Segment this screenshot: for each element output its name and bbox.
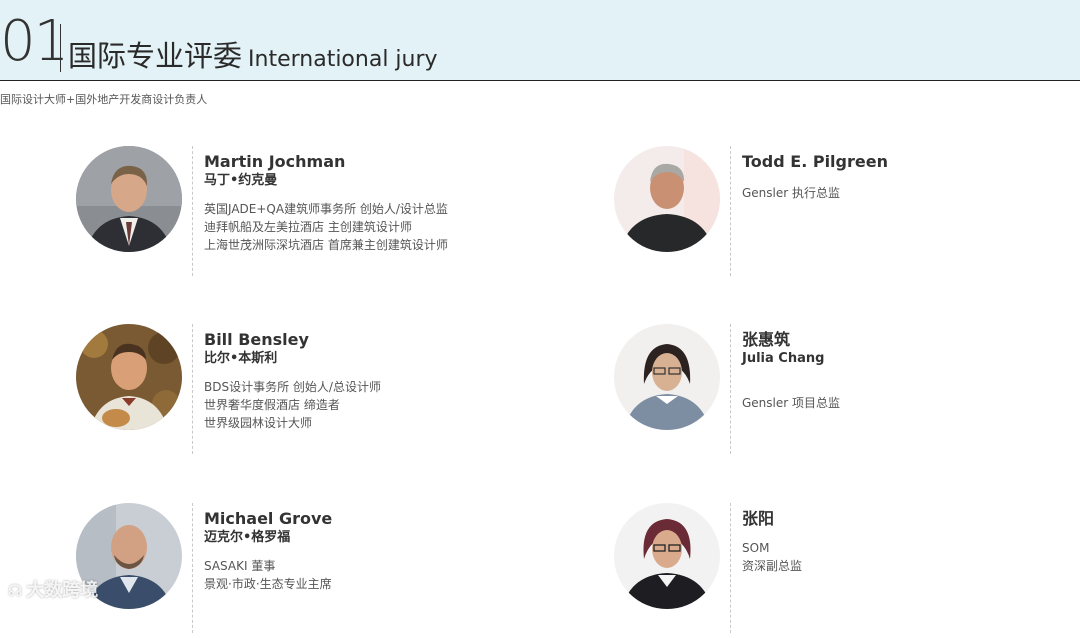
juror-card-michael-grove: Michael Grove 迈克尔•格罗福 SASAKI 董事 景观·市政·生态… [76, 503, 516, 638]
juror-avatar [614, 503, 720, 609]
card-divider [192, 146, 193, 276]
juror-description: SOM 资深副总监 [742, 539, 1062, 575]
juror-card-bill-bensley: Bill Bensley 比尔•本斯利 BDS设计事务所 创始人/总设计师 世界… [76, 324, 516, 459]
juror-name: Bill Bensley [204, 330, 309, 349]
juror-avatar [76, 324, 182, 430]
juror-avatar [614, 324, 720, 430]
section-number: 01 [0, 9, 69, 74]
section-title-cn: 国际专业评委 [68, 39, 243, 73]
watermark: ☊ 大数跨境 [8, 576, 98, 602]
juror-alt-name: Julia Chang [742, 351, 825, 366]
juror-card-julia-chang: 张惠筑 Julia Chang Gensler 项目总监 [614, 324, 1054, 459]
juror-name: 张惠筑 [742, 330, 791, 349]
juror-description: 英国JADE+QA建筑师事务所 创始人/设计总监 迪拜帆船及左美拉酒店 主创建筑… [204, 200, 524, 254]
juror-info: Michael Grove 迈克尔•格罗福 SASAKI 董事 景观·市政·生态… [204, 509, 524, 593]
juror-line: 迪拜帆船及左美拉酒店 主创建筑设计师 [204, 220, 412, 234]
juror-card-martin-jochman: Martin Jochman 马丁•约克曼 英国JADE+QA建筑师事务所 创始… [76, 146, 516, 281]
card-divider [730, 146, 731, 276]
section-number-divider [60, 24, 61, 72]
juror-info: Martin Jochman 马丁•约克曼 英国JADE+QA建筑师事务所 创始… [204, 152, 524, 254]
juror-description: SASAKI 董事 景观·市政·生态专业主席 [204, 557, 524, 593]
juror-name: Martin Jochman [204, 152, 346, 171]
card-divider [730, 324, 731, 454]
watermark-text: 大数跨境 [26, 580, 99, 601]
juror-line: 世界奢华度假酒店 缔造者 [204, 398, 340, 412]
page-header: 01 国际专业评委 International jury [0, 0, 1080, 81]
juror-line: 景观·市政·生态专业主席 [204, 577, 332, 591]
juror-alt-name: 迈克尔•格罗福 [204, 530, 291, 545]
card-divider [730, 503, 731, 633]
juror-line: 英国JADE+QA建筑师事务所 创始人/设计总监 [204, 202, 448, 216]
juror-line: Gensler 项目总监 [742, 396, 841, 410]
juror-info: 张阳 SOM 资深副总监 [742, 509, 1062, 575]
juror-card-todd-pilgreen: Todd E. Pilgreen Gensler 执行总监 [614, 146, 1054, 281]
juror-alt-name: 比尔•本斯利 [204, 351, 278, 366]
juror-name: Michael Grove [204, 509, 333, 528]
juror-name: Todd E. Pilgreen [742, 152, 888, 171]
juror-info: 张惠筑 Julia Chang Gensler 项目总监 [742, 330, 1062, 412]
section-title-en: International jury [248, 47, 438, 72]
card-divider [192, 324, 193, 454]
juror-line: BDS设计事务所 创始人/总设计师 [204, 380, 381, 394]
juror-line: SASAKI 董事 [204, 559, 276, 573]
juror-line: 上海世茂洲际深坑酒店 首席兼主创建筑设计师 [204, 238, 448, 252]
section-title: 国际专业评委 International jury [68, 38, 438, 78]
juror-line: 资深副总监 [742, 559, 803, 573]
juror-line: 世界级园林设计大师 [204, 416, 313, 430]
watermark-logo-icon: ☊ [8, 581, 23, 600]
juror-line: SOM [742, 541, 770, 555]
juror-avatar [76, 146, 182, 252]
juror-description: BDS设计事务所 创始人/总设计师 世界奢华度假酒店 缔造者 世界级园林设计大师 [204, 378, 524, 432]
juror-alt-name: 马丁•约克曼 [204, 173, 278, 188]
juror-avatar [614, 146, 720, 252]
juror-card-zhang-yang: 张阳 SOM 资深副总监 [614, 503, 1054, 638]
section-subtitle: 国际设计大师+国外地产开发商设计负责人 [0, 93, 208, 106]
juror-line: Gensler 执行总监 [742, 186, 841, 200]
card-divider [192, 503, 193, 633]
juror-description: Gensler 执行总监 [742, 184, 1062, 202]
juror-info: Todd E. Pilgreen Gensler 执行总监 [742, 152, 1062, 202]
juror-description: Gensler 项目总监 [742, 394, 1062, 412]
juror-info: Bill Bensley 比尔•本斯利 BDS设计事务所 创始人/总设计师 世界… [204, 330, 524, 432]
juror-name: 张阳 [742, 509, 775, 528]
